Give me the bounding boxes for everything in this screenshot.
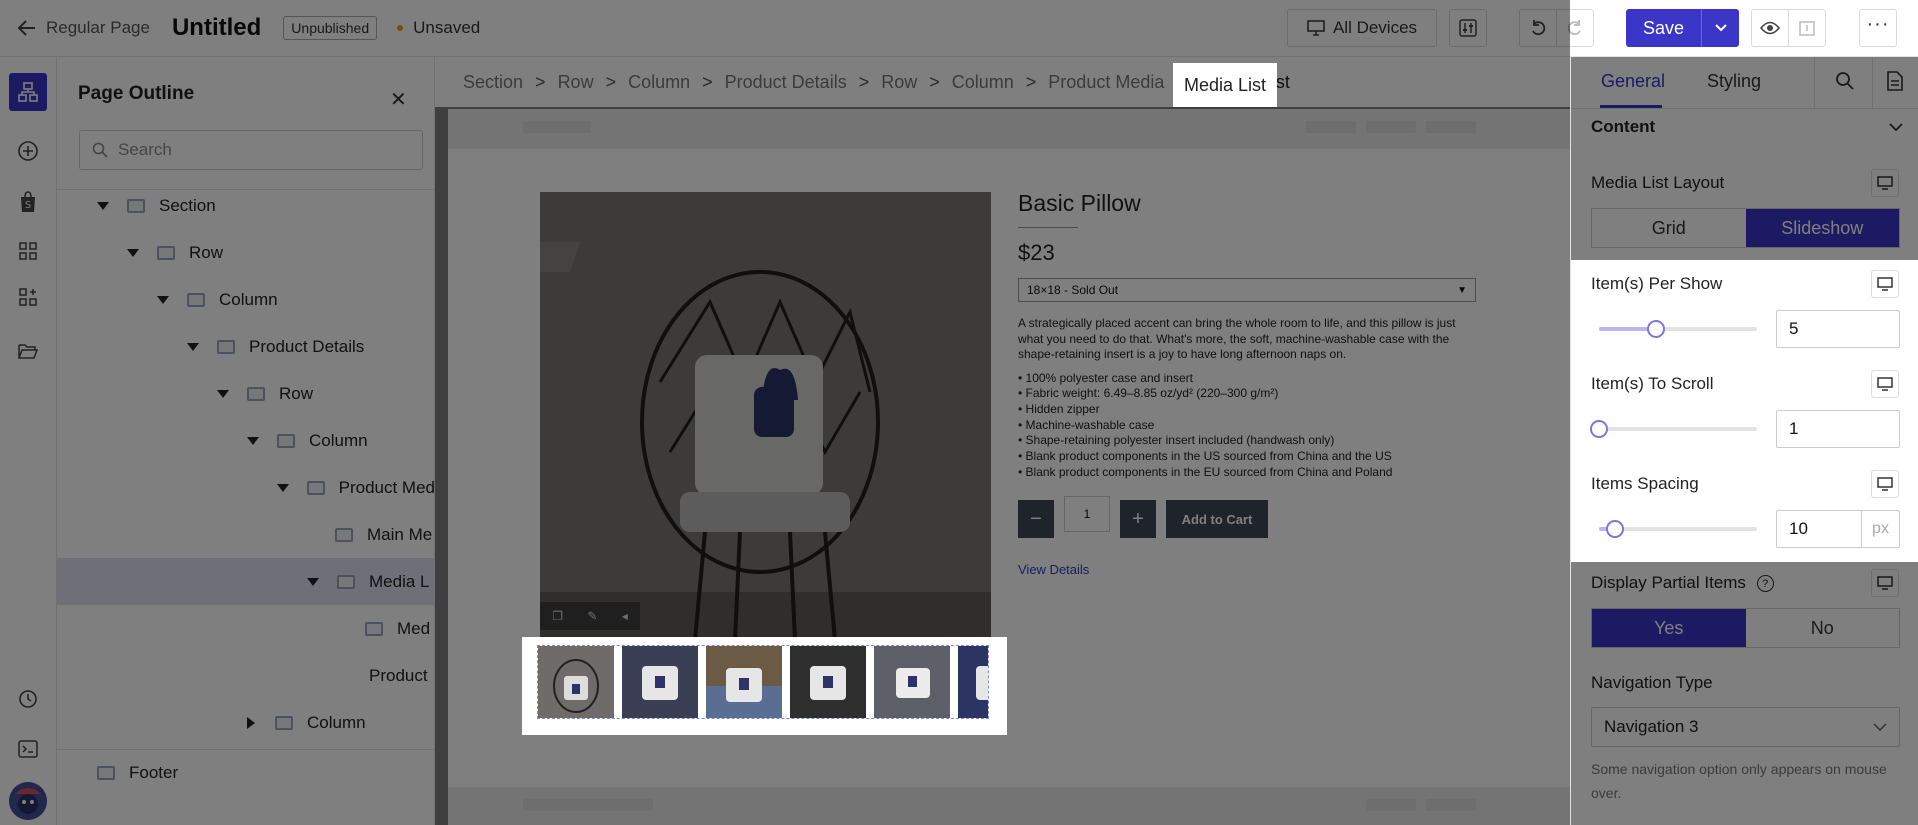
responsive-toggle-button[interactable] [1871, 370, 1899, 398]
media-list-thumbnails [537, 645, 989, 719]
settings-panel: General Styling Content Media List Layou… [1570, 57, 1918, 825]
thumbnail-image [896, 668, 930, 698]
dim-overlay [0, 0, 57, 825]
slider-handle[interactable] [1647, 320, 1665, 338]
items-to-scroll-slider[interactable] [1590, 420, 1757, 438]
thumbnail-image [810, 666, 846, 700]
monitor-icon [1877, 477, 1893, 491]
items-spacing-slider[interactable] [1599, 520, 1757, 538]
more-icon: ··· [1866, 12, 1890, 35]
monitor-icon [1877, 377, 1893, 391]
items-to-scroll-input[interactable]: 1 [1776, 410, 1900, 448]
slider-handle[interactable] [1590, 420, 1608, 438]
save-button[interactable]: Save [1626, 9, 1739, 47]
unit-label: px [1861, 511, 1899, 547]
save-label[interactable]: Save [1626, 9, 1702, 47]
items-spacing-input[interactable]: 10 px [1776, 510, 1900, 548]
chevron-down-icon [1714, 24, 1727, 32]
thumbnail[interactable] [538, 646, 614, 718]
thumbnail[interactable] [706, 646, 782, 718]
responsive-toggle-button[interactable] [1871, 470, 1899, 498]
save-options-button[interactable] [1702, 9, 1739, 47]
more-button[interactable]: ··· [1859, 9, 1897, 47]
dim-overlay [1571, 57, 1918, 260]
publish-icon [1799, 21, 1815, 36]
slider-handle[interactable] [1606, 520, 1624, 538]
items-per-show-slider[interactable] [1599, 320, 1757, 338]
thumbnail-image [706, 668, 782, 718]
dim-overlay [1172, 63, 1570, 825]
thumbnail[interactable] [874, 646, 950, 718]
preview-button[interactable] [1751, 9, 1789, 47]
thumbnail[interactable] [790, 646, 866, 718]
items-spacing-value: 10 [1789, 519, 1808, 538]
thumbnail[interactable] [622, 646, 698, 718]
eye-icon [1760, 21, 1780, 35]
items-per-show-input[interactable]: 5 [1776, 310, 1900, 348]
items-spacing-label: Items Spacing [1591, 474, 1699, 493]
thumbnail-image [553, 659, 599, 713]
thumbnail[interactable] [958, 646, 988, 718]
publish-button[interactable] [1788, 9, 1826, 47]
media-list-highlight[interactable] [522, 637, 1007, 735]
monitor-icon [1877, 277, 1893, 291]
items-per-show-label: Item(s) Per Show [1591, 274, 1723, 293]
dim-overlay [1571, 562, 1918, 825]
items-to-scroll-label: Item(s) To Scroll [1591, 374, 1714, 393]
responsive-toggle-button[interactable] [1871, 270, 1899, 298]
breadcrumb-current-highlight[interactable]: Media List [1173, 63, 1277, 107]
dim-overlay [57, 0, 1570, 63]
thumbnail-image [976, 666, 988, 700]
thumbnail-image [642, 666, 678, 700]
